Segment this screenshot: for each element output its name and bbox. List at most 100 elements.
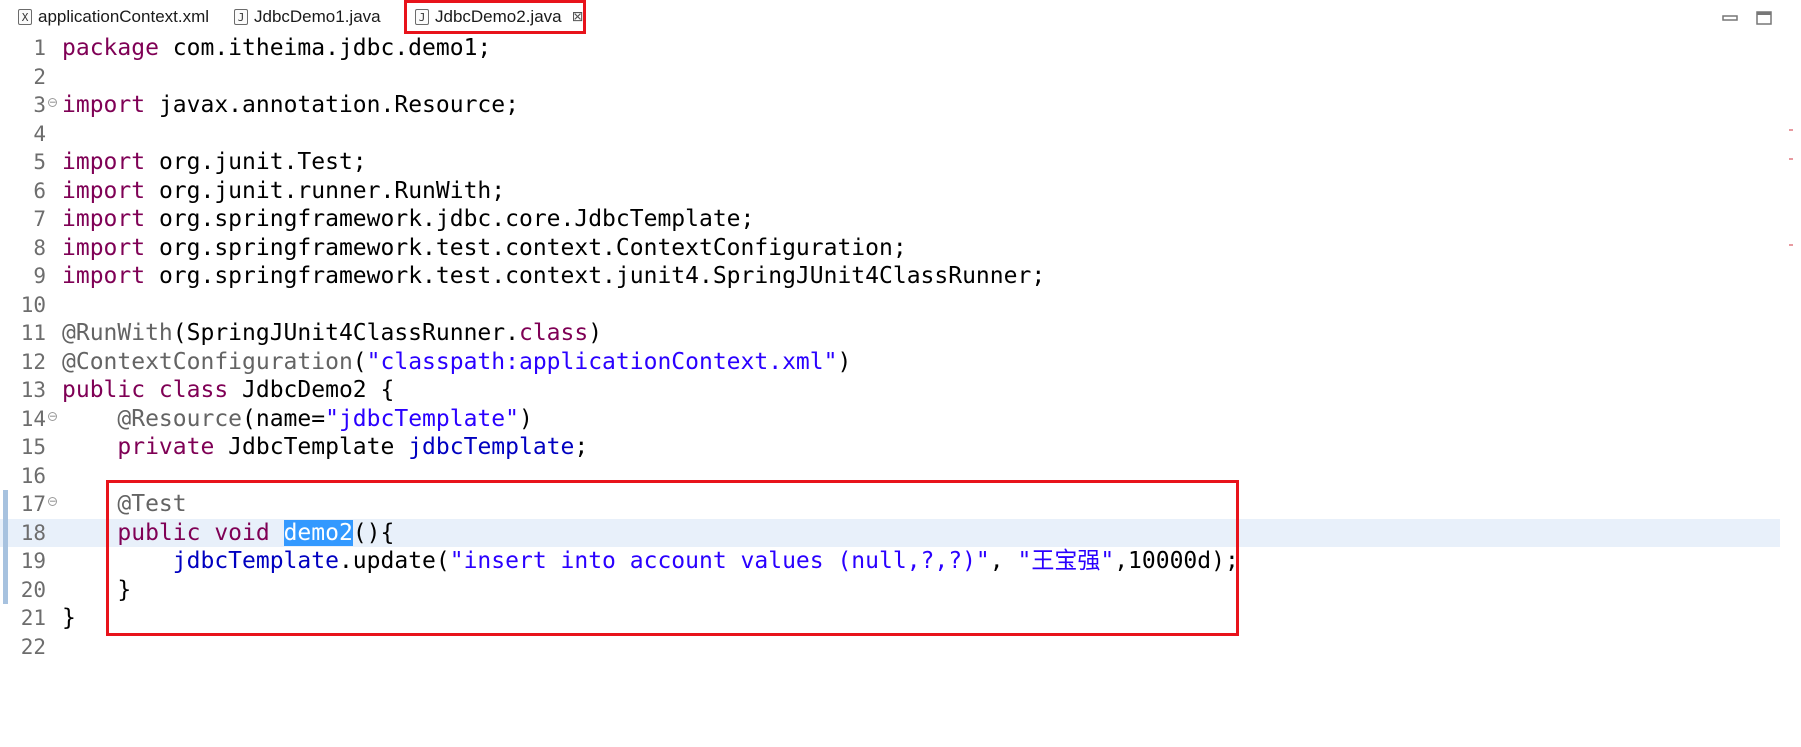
code-text: import org.springframework.test.context.… <box>62 234 907 263</box>
code-line[interactable]: 17− @Test <box>0 490 1780 519</box>
code-token: @Resource <box>117 405 243 432</box>
code-token: "classpath:applicationContext.xml" <box>366 348 838 375</box>
code-token: (){ <box>352 519 395 546</box>
code-token: ) <box>837 348 852 375</box>
line-number: 10 <box>20 292 46 317</box>
code-token: ( <box>352 348 367 375</box>
code-line[interactable]: 1 package com.itheima.jdbc.demo1; <box>0 34 1780 63</box>
code-token: JdbcDemo2 { <box>228 377 395 403</box>
editor-tab-bar: X applicationContext.xml J JdbcDemo1.jav… <box>0 0 1801 35</box>
code-token: jdbcTemplate <box>172 548 339 574</box>
code-token: "insert into account values (null,?,?)" <box>449 548 990 574</box>
overview-ruler[interactable] <box>1781 34 1801 747</box>
code-line[interactable]: 4 <box>0 120 1780 149</box>
close-icon[interactable]: ⊠ <box>572 9 584 25</box>
code-line[interactable]: 14− @Resource(name="jdbcTemplate") <box>0 405 1780 434</box>
code-text: } <box>62 576 131 605</box>
code-token: } <box>62 605 76 631</box>
code-line[interactable]: 3− import javax.annotation.Resource; <box>0 91 1780 120</box>
xml-file-icon: X <box>18 9 32 25</box>
code-line[interactable]: 13 public class JdbcDemo2 { <box>0 376 1780 405</box>
code-text: public class JdbcDemo2 { <box>62 376 394 405</box>
line-number: 21 <box>20 606 46 630</box>
code-text: jdbcTemplate.update("insert into account… <box>62 547 1239 576</box>
code-line[interactable]: 22 <box>0 633 1780 662</box>
code-token: "王宝强" <box>1017 548 1115 574</box>
line-number: 8 <box>33 235 46 260</box>
code-token: @ContextConfiguration <box>62 348 353 375</box>
code-line[interactable]: 18 public void demo2(){ <box>0 518 1780 547</box>
code-line[interactable]: 8 import org.springframework.test.context… <box>0 234 1780 263</box>
code-token: import <box>62 206 146 232</box>
code-line[interactable]: 21} <box>0 604 1780 633</box>
code-token: import <box>62 92 146 118</box>
line-number: 16 <box>20 463 46 488</box>
code-line[interactable]: 6 import org.junit.runner.RunWith; <box>0 177 1780 206</box>
code-line[interactable]: 20 } <box>0 576 1780 605</box>
code-token: private <box>117 434 215 460</box>
java-file-icon: J <box>415 9 429 25</box>
code-token: org.junit.runner.RunWith; <box>145 177 506 204</box>
code-text: } <box>62 604 76 633</box>
tab-label: JdbcDemo2.java <box>435 7 562 26</box>
code-line[interactable]: 12 @ContextConfiguration("classpath:appli… <box>0 348 1780 377</box>
code-line[interactable]: 16 <box>0 462 1780 491</box>
code-token: @Test <box>117 491 187 517</box>
code-token: } <box>62 576 132 603</box>
line-number: 22 <box>20 634 46 659</box>
code-text: import org.springframework.test.context.… <box>62 262 1045 291</box>
code-token: @RunWith <box>62 320 173 346</box>
code-token: com.itheima.jdbc.demo1; <box>158 35 492 61</box>
fold-toggle-icon[interactable]: − <box>48 98 57 108</box>
code-text: @RunWith(SpringJUnit4ClassRunner.class) <box>62 319 602 348</box>
code-token: javax.annotation.Resource; <box>145 92 519 118</box>
code-line[interactable]: 2 <box>0 63 1780 92</box>
code-text: import org.junit.Test; <box>62 148 367 177</box>
line-number: 4 <box>33 121 46 146</box>
code-editor[interactable]: 1 package com.itheima.jdbc.demo1; 2 3− impor… <box>0 34 1801 747</box>
line-number: 14 <box>20 406 46 431</box>
line-number: 5 <box>33 150 46 174</box>
line-number: 7 <box>33 207 46 231</box>
code-token: ) <box>588 320 603 346</box>
change-indicator <box>3 490 8 604</box>
code-token: ,10000d); <box>1114 548 1239 574</box>
code-token: org.springframework.jdbc.core.JdbcTempla… <box>145 206 755 232</box>
tab-label: applicationContext.xml <box>38 7 210 26</box>
tab-jdbcdemo2-java[interactable]: J JdbcDemo2.java ⊠ <box>404 0 587 34</box>
code-token: import <box>62 149 146 175</box>
code-token: import <box>62 234 146 261</box>
line-number: 13 <box>20 378 46 402</box>
code-token: org.junit.Test; <box>145 149 367 175</box>
code-line[interactable]: 19 jdbcTemplate.update("insert into acco… <box>0 547 1780 576</box>
code-token: org.springframework.test.context.junit4.… <box>145 263 1046 289</box>
fold-toggle-icon[interactable]: − <box>48 411 57 421</box>
tab-jdbcdemo1-java[interactable]: J JdbcDemo1.java <box>226 2 381 32</box>
code-token: package <box>62 35 159 61</box>
code-token: (SpringJUnit4ClassRunner. <box>172 320 519 346</box>
code-text: package com.itheima.jdbc.demo1; <box>62 34 491 63</box>
code-line[interactable]: 5 import org.junit.Test; <box>0 148 1780 177</box>
selected-text: demo2 <box>283 519 353 546</box>
code-line[interactable]: 15 private JdbcTemplate jdbcTemplate; <box>0 433 1780 462</box>
fold-toggle-icon[interactable]: − <box>48 497 57 507</box>
code-token: jdbcTemplate <box>408 434 575 460</box>
maximize-icon[interactable] <box>1752 6 1776 30</box>
code-token: org.springframework.test.context.Context… <box>145 234 907 261</box>
minimize-icon[interactable] <box>1718 6 1742 30</box>
tab-applicationcontext-xml[interactable]: X applicationContext.xml <box>10 2 209 32</box>
code-line[interactable]: 11 @RunWith(SpringJUnit4ClassRunner.class… <box>0 319 1780 348</box>
line-number: 1 <box>33 36 46 60</box>
code-line[interactable]: 10 <box>0 291 1780 320</box>
code-token: "jdbcTemplate" <box>325 405 519 432</box>
code-text: @ContextConfiguration("classpath:applica… <box>62 348 851 377</box>
code-text: import org.junit.runner.RunWith; <box>62 177 505 206</box>
code-line[interactable]: 9 import org.springframework.test.context… <box>0 262 1780 291</box>
code-line[interactable]: 7 import org.springframework.jdbc.core.Jd… <box>0 205 1780 234</box>
line-number: 3 <box>33 93 46 117</box>
code-text: private JdbcTemplate jdbcTemplate; <box>62 433 588 462</box>
